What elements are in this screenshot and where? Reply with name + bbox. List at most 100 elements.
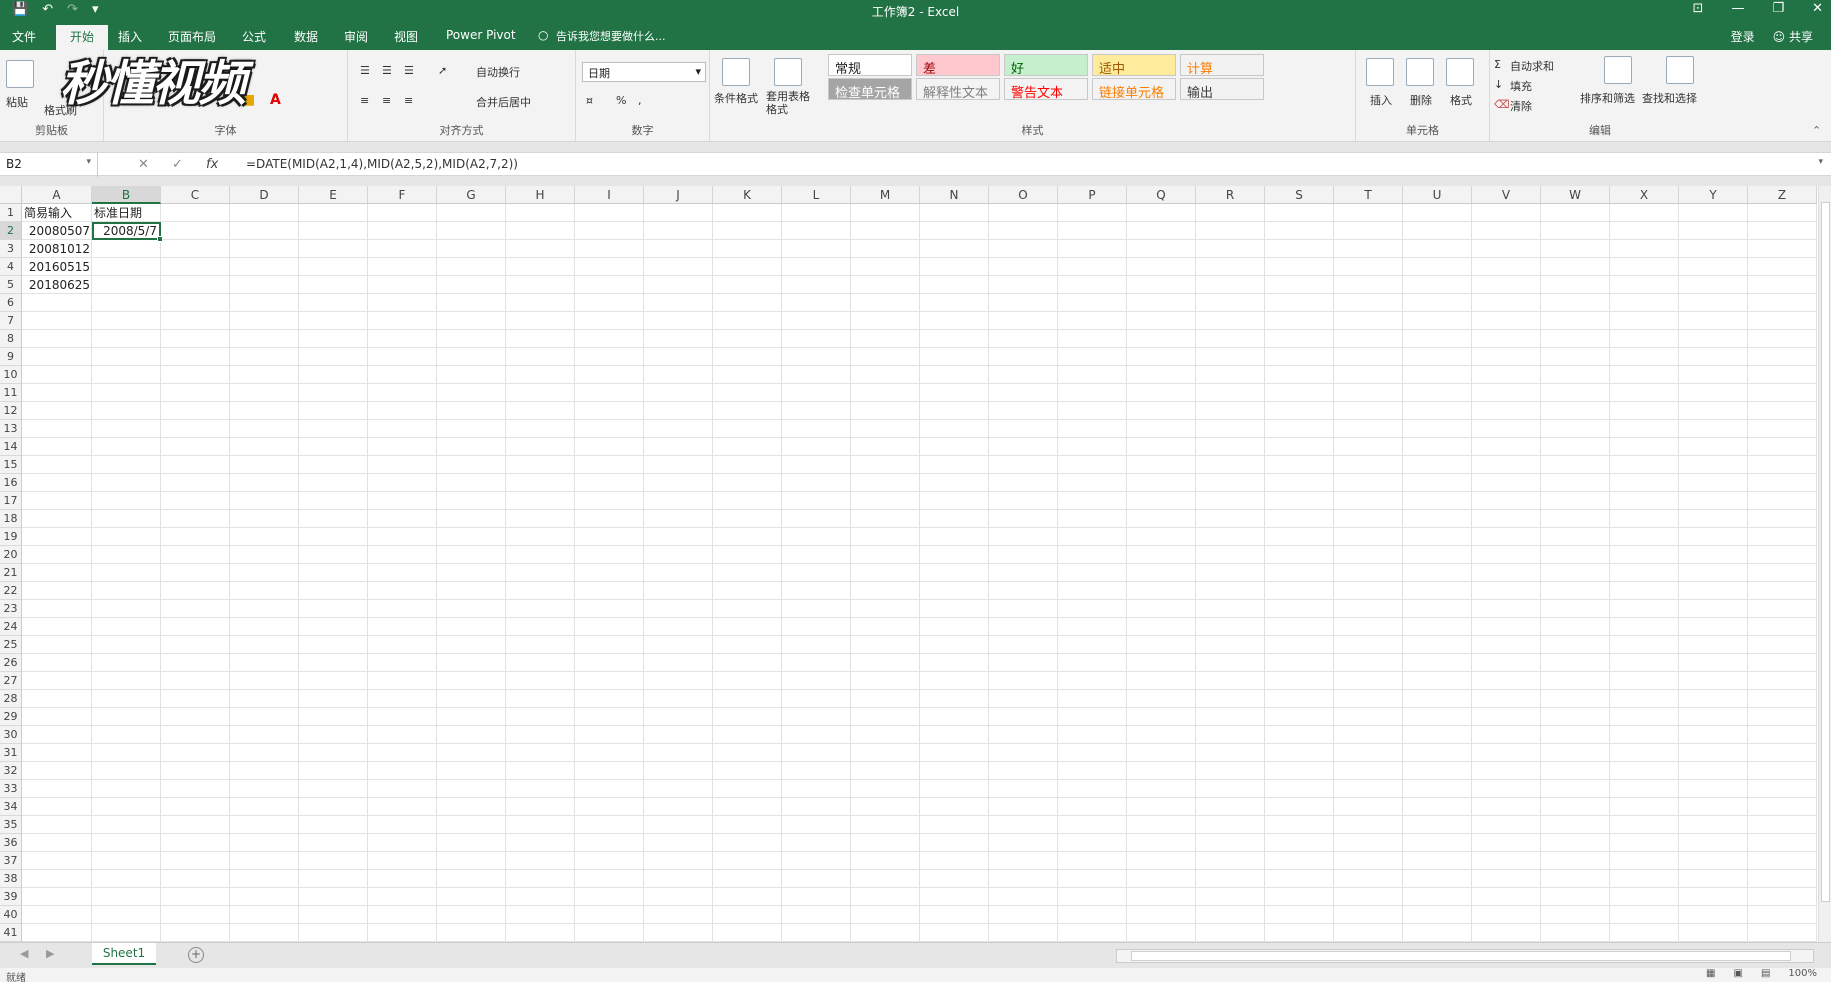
column-header[interactable]: Y <box>1679 186 1748 204</box>
column-header[interactable]: U <box>1403 186 1472 204</box>
row-header[interactable]: 35 <box>0 816 22 834</box>
cell-style-option[interactable]: 计算 <box>1180 54 1264 77</box>
row-header[interactable]: 34 <box>0 798 22 816</box>
enter-icon[interactable]: ✓ <box>172 157 183 172</box>
column-header[interactable]: J <box>644 186 713 204</box>
row-header[interactable]: 7 <box>0 312 22 330</box>
row-header[interactable]: 5 <box>0 276 22 294</box>
horizontal-scroll-thumb[interactable] <box>1131 951 1791 961</box>
cell[interactable]: 20160515 <box>22 258 92 276</box>
format-cells-icon[interactable] <box>1446 58 1474 86</box>
wrap-text-button[interactable]: 自动换行 <box>476 64 520 80</box>
fill-handle[interactable] <box>157 236 163 242</box>
share-button[interactable]: ☺ 共享 <box>1773 28 1813 45</box>
worksheet-grid[interactable]: A B C D E F G H I J K L M N O P Q R S T U V W X Y Z 1 2 3 4 5 6 7 8 9 10 11 1… <box>0 186 1818 942</box>
row-header[interactable]: 1 <box>0 204 22 222</box>
row-header[interactable]: 22 <box>0 582 22 600</box>
sort-filter-button[interactable]: 排序和筛选 <box>1580 90 1635 106</box>
page-layout-view-icon[interactable]: ▣ <box>1734 968 1743 979</box>
row-header[interactable]: 8 <box>0 330 22 348</box>
align-left-icon[interactable]: ≡ <box>360 94 369 107</box>
column-header[interactable]: M <box>851 186 920 204</box>
row-header[interactable]: 25 <box>0 636 22 654</box>
expand-formula-icon[interactable]: ▾ <box>1818 157 1823 167</box>
delete-cells-button[interactable]: 删除 <box>1410 92 1432 108</box>
row-header[interactable]: 41 <box>0 924 22 942</box>
tell-me-box[interactable]: 告诉我您想要做什么... <box>556 28 666 44</box>
cell-style-option[interactable]: 差 <box>916 54 1000 77</box>
restore-icon[interactable]: ❐ <box>1772 1 1784 16</box>
align-right-icon[interactable]: ≡ <box>404 94 413 107</box>
cell-style-option[interactable]: 解释性文本 <box>916 78 1000 101</box>
cell-style-option[interactable]: 好 <box>1004 54 1088 77</box>
insert-function-icon[interactable]: fx <box>206 157 218 172</box>
name-box[interactable]: B2 ▾ <box>0 153 98 177</box>
row-header[interactable]: 6 <box>0 294 22 312</box>
minimize-icon[interactable]: — <box>1731 1 1744 16</box>
page-break-view-icon[interactable]: ▤ <box>1761 968 1770 979</box>
column-header[interactable]: A <box>22 186 92 204</box>
cell-style-option[interactable]: 检查单元格 <box>828 78 912 101</box>
ribbon-display-icon[interactable]: ⊡ <box>1693 1 1704 16</box>
tab-insert[interactable]: 插入 <box>118 28 142 45</box>
tab-formulas[interactable]: 公式 <box>242 28 266 45</box>
row-header[interactable]: 15 <box>0 456 22 474</box>
align-middle-icon[interactable]: ☰ <box>382 64 392 77</box>
cell-style-option[interactable]: 适中 <box>1092 54 1176 77</box>
find-select-icon[interactable] <box>1666 56 1694 84</box>
column-header[interactable]: I <box>575 186 644 204</box>
align-bottom-icon[interactable]: ☰ <box>404 64 414 77</box>
column-header[interactable]: E <box>299 186 368 204</box>
cell-style-option[interactable]: 链接单元格 <box>1092 78 1176 101</box>
collapse-ribbon-icon[interactable]: ⌃ <box>1812 124 1821 137</box>
tab-page-layout[interactable]: 页面布局 <box>168 28 216 45</box>
cell[interactable]: 简易输入 <box>22 204 92 222</box>
percent-button[interactable]: % <box>616 94 626 107</box>
row-header[interactable]: 31 <box>0 744 22 762</box>
paste-icon[interactable] <box>6 60 34 88</box>
active-cell[interactable]: 2008/5/7 <box>92 222 161 240</box>
autosum-icon[interactable]: Σ <box>1494 58 1501 71</box>
cell[interactable]: 20080507 <box>22 222 92 240</box>
column-header[interactable]: V <box>1472 186 1541 204</box>
column-header[interactable]: P <box>1058 186 1127 204</box>
format-table-icon[interactable] <box>774 58 802 86</box>
column-header[interactable]: N <box>920 186 989 204</box>
sheet-next-icon[interactable]: ▶ <box>46 947 54 960</box>
column-header[interactable]: X <box>1610 186 1679 204</box>
merge-center-button[interactable]: 合并后居中 <box>476 94 531 110</box>
row-header[interactable]: 32 <box>0 762 22 780</box>
row-header[interactable]: 30 <box>0 726 22 744</box>
row-header[interactable]: 3 <box>0 240 22 258</box>
number-format-dropdown[interactable]: 日期 ▾ <box>582 62 706 82</box>
row-header[interactable]: 26 <box>0 654 22 672</box>
row-header[interactable]: 11 <box>0 384 22 402</box>
text-direction-icon[interactable]: ➚ <box>438 64 447 77</box>
column-header[interactable]: O <box>989 186 1058 204</box>
row-header[interactable]: 13 <box>0 420 22 438</box>
currency-icon[interactable]: ¤ <box>586 94 593 107</box>
align-center-icon[interactable]: ≡ <box>382 94 391 107</box>
sheet-prev-icon[interactable]: ◀ <box>20 947 28 960</box>
select-all-corner[interactable] <box>0 186 22 204</box>
horizontal-scrollbar[interactable] <box>1116 949 1814 963</box>
row-header[interactable]: 21 <box>0 564 22 582</box>
tab-view[interactable]: 视图 <box>394 28 418 45</box>
conditional-format-button[interactable]: 条件格式 <box>714 90 758 106</box>
column-header[interactable]: Q <box>1127 186 1196 204</box>
cell-style-option[interactable]: 警告文本 <box>1004 78 1088 101</box>
row-header[interactable]: 17 <box>0 492 22 510</box>
tab-review[interactable]: 审阅 <box>344 28 368 45</box>
column-header[interactable]: W <box>1541 186 1610 204</box>
row-header[interactable]: 36 <box>0 834 22 852</box>
column-header[interactable]: Z <box>1748 186 1817 204</box>
cell[interactable]: 标准日期 <box>92 204 161 222</box>
close-icon[interactable]: ✕ <box>1812 1 1823 16</box>
row-header[interactable]: 16 <box>0 474 22 492</box>
fill-button[interactable]: 填充 <box>1510 78 1532 94</box>
insert-cells-icon[interactable] <box>1366 58 1394 86</box>
fill-icon[interactable]: ↓ <box>1494 78 1503 91</box>
column-header[interactable]: G <box>437 186 506 204</box>
vertical-scroll-thumb[interactable] <box>1821 202 1830 902</box>
tab-power-pivot[interactable]: Power Pivot <box>446 28 516 42</box>
